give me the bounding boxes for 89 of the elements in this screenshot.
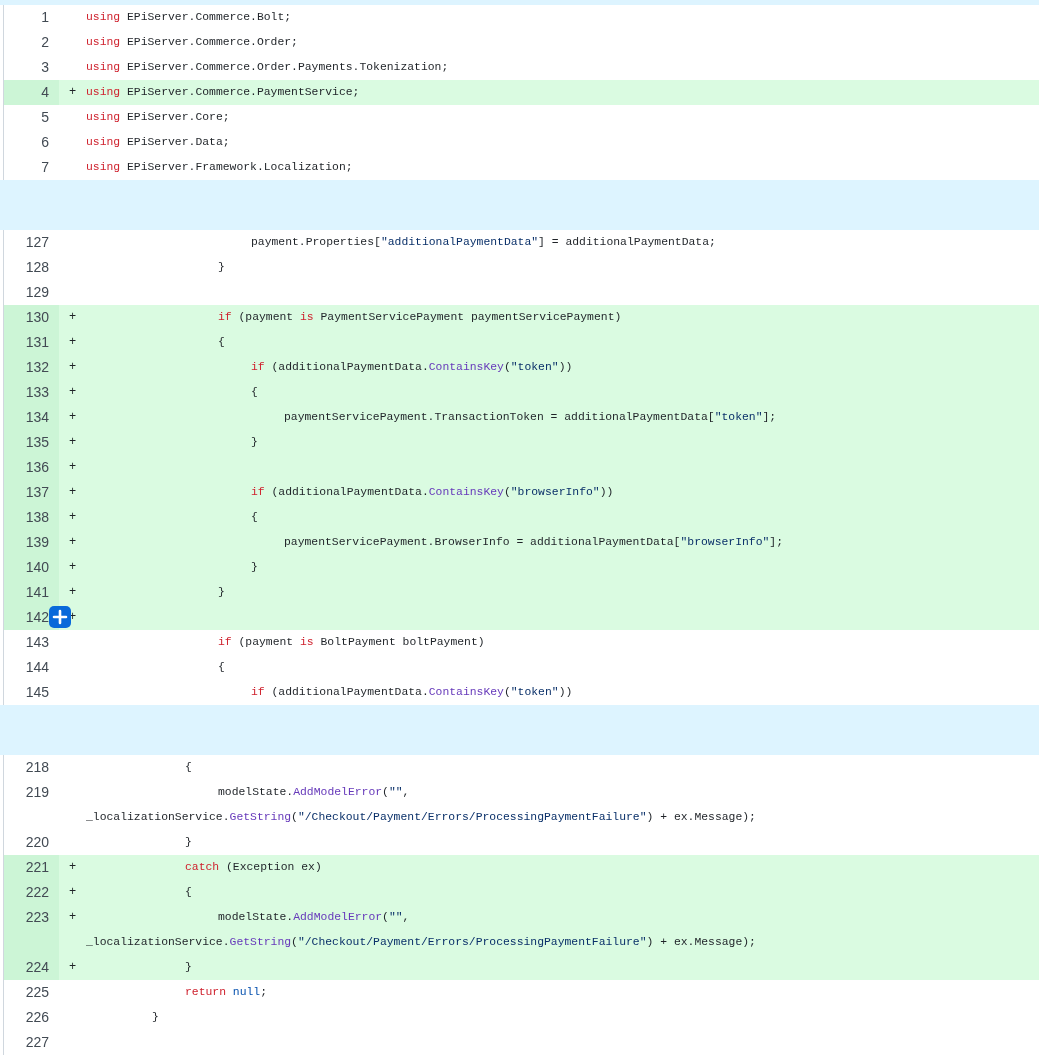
line-number: 138 [25,508,49,527]
added-marker: + [68,459,77,476]
added-marker: + [68,534,77,551]
added-marker: + [68,859,77,876]
line-number: 145 [25,683,49,702]
line-number: 141 [25,583,49,602]
code-line: using EPiServer.Data; [86,135,231,150]
code-line: using EPiServer.Commerce.Order.Payments.Tokenization; [86,60,450,75]
code-line: paymentServicePayment.BrowserInfo = additionalPaymentData["browserInfo"]; [283,535,784,550]
added-marker: + [68,359,77,376]
added-marker: + [68,434,77,451]
line-number: 134 [25,408,49,427]
added-marker: + [68,559,77,576]
line-number: 222 [25,883,49,902]
added-marker: + [68,84,77,101]
line-number: 135 [25,433,49,452]
added-marker: + [68,909,77,926]
code-line: { [217,660,226,675]
added-marker: + [68,334,77,351]
add-comment-button[interactable] [49,606,71,628]
line-number: 3 [41,58,49,77]
code-line: if (payment is BoltPayment boltPayment) [217,635,486,650]
code-line: paymentServicePayment.TransactionToken = additionalPaymentData["token"]; [283,410,778,425]
line-number: 220 [25,833,49,852]
line-number: 1 [41,8,49,27]
line-number: 7 [41,158,49,177]
code-line: payment.Properties["additionalPaymentData"] = additionalPaymentData; [250,235,717,250]
code-line: } [184,835,193,850]
line-number: 144 [25,658,49,677]
code-line: { [184,885,193,900]
added-marker: + [68,484,77,501]
code-line: if (additionalPaymentData.ContainsKey("token")) [250,685,574,700]
line-number: 129 [25,283,49,302]
line-number: 127 [25,233,49,252]
code-line: { [184,760,193,775]
code-line: } [250,435,259,450]
line-number: 6 [41,133,49,152]
code-line: { [250,510,259,525]
code-line: using EPiServer.Commerce.Bolt; [86,10,293,25]
added-marker: + [68,309,77,326]
added-marker: + [68,584,77,601]
line-number: 143 [25,633,49,652]
line-number: 130 [25,308,49,327]
line-number: 223 [25,908,49,927]
line-number: 128 [25,258,49,277]
line-number: 132 [25,358,49,377]
line-number: 221 [25,858,49,877]
code-line: } [250,560,259,575]
line-number: 131 [25,333,49,352]
hunk-separator[interactable] [0,0,1039,5]
line-number: 219 [25,783,49,802]
line-number: 4 [41,83,49,102]
line-number: 227 [25,1033,49,1052]
line-number: 133 [25,383,49,402]
code-line: } [184,960,193,975]
line-number: 142 [25,608,49,627]
line-number: 218 [25,758,49,777]
line-number: 140 [25,558,49,577]
added-marker: + [68,384,77,401]
code-line: { [250,385,259,400]
line-number: 226 [25,1008,49,1027]
line-number: 2 [41,33,49,52]
code-line: using EPiServer.Core; [86,110,231,125]
line-number: 224 [25,958,49,977]
code-line: { [217,335,226,350]
line-number: 225 [25,983,49,1002]
code-line: if (additionalPaymentData.ContainsKey("browserInfo")) [250,485,615,500]
line-number: 139 [25,533,49,552]
code-line: } [217,585,226,600]
hunk-separator[interactable] [0,705,1039,755]
code-line: using EPiServer.Commerce.PaymentService; [86,85,361,100]
line-number: 5 [41,108,49,127]
line-number: 136 [25,458,49,477]
added-marker: + [68,959,77,976]
code-line: } [217,260,226,275]
code-line: modelState.AddModelError("", _localizationService.GetString("/Checkout/Payment/Errors/ProcessingPaymentFailure") + ex.Message); [86,785,757,825]
added-marker: + [68,509,77,526]
added-marker: + [68,409,77,426]
hunk-separator[interactable] [0,180,1039,230]
code-line: if (additionalPaymentData.ContainsKey("token")) [250,360,574,375]
line-number: 137 [25,483,49,502]
code-line: modelState.AddModelError("", _localizationService.GetString("/Checkout/Payment/Errors/ProcessingPaymentFailure") + ex.Message); [86,910,757,950]
code-line: using EPiServer.Framework.Localization; [86,160,354,175]
code-line: } [151,1010,160,1025]
code-line: if (payment is PaymentServicePayment paymentServicePayment) [217,310,623,325]
code-line: catch (Exception ex) [184,860,323,875]
code-line: using EPiServer.Commerce.Order; [86,35,299,50]
code-line: return null; [184,985,269,1000]
added-marker: + [68,884,77,901]
